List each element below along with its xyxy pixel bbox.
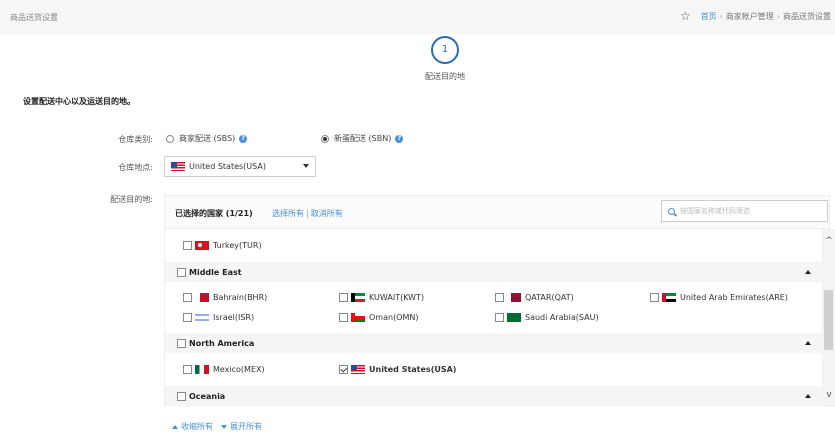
region-label: North America	[189, 338, 255, 348]
triangle-up-icon	[172, 424, 178, 429]
breadcrumb-home-link[interactable]: 首页	[701, 11, 717, 22]
country-item[interactable]: United Arab Emirates(ARE)	[650, 293, 788, 302]
country-label: Mexico(MEX)	[213, 365, 265, 374]
checkbox[interactable]	[183, 365, 192, 374]
checkbox[interactable]	[495, 293, 504, 302]
expand-all-link[interactable]: 展开所有	[230, 421, 262, 432]
scrollbar-thumb[interactable]	[824, 290, 833, 350]
israel-flag-icon	[195, 313, 209, 322]
country-item[interactable]: Mexico(MEX)	[183, 365, 265, 374]
select-value: United States(USA)	[189, 162, 266, 171]
warehouse-type-label: 仓库类别:	[118, 135, 153, 144]
saudi-flag-icon	[507, 313, 521, 322]
checkbox[interactable]	[339, 293, 348, 302]
checkbox[interactable]	[183, 241, 192, 250]
country-label: Bahrain(BHR)	[213, 293, 268, 302]
region-label: Oceania	[189, 391, 226, 401]
checkbox[interactable]	[495, 313, 504, 322]
page-title: 商品送货设置	[10, 13, 58, 22]
breadcrumb-item[interactable]: 商家帐户管理	[726, 11, 774, 22]
step-label: 配送目的地	[425, 72, 465, 81]
chevron-right-icon: ›	[719, 11, 723, 21]
checkbox[interactable]	[177, 267, 186, 277]
region-middle-east[interactable]: Middle East	[165, 262, 822, 282]
checkbox[interactable]	[650, 293, 659, 302]
qatar-flag-icon	[507, 293, 521, 302]
scroll-up-icon[interactable]: ^	[823, 236, 835, 246]
scroll-down-icon[interactable]: v	[823, 390, 835, 400]
breadcrumb: ☆ 首页 › 商家帐户管理 › 商品送货设置	[680, 10, 831, 22]
list-footer-links: 收缩所有 展开所有	[172, 421, 262, 432]
uae-flag-icon	[662, 293, 676, 302]
region-north-america[interactable]: North America	[165, 333, 822, 353]
checkbox[interactable]	[183, 293, 192, 302]
caret-down-icon	[303, 164, 309, 168]
turkey-flag-icon	[195, 241, 209, 250]
country-item[interactable]: Turkey(TUR)	[183, 241, 262, 250]
selected-count: 已选择的国家 (1/21)	[175, 209, 253, 218]
section-heading: 设置配送中心以及运送目的地。	[23, 97, 135, 106]
collapse-all-link[interactable]: 收缩所有	[181, 421, 213, 432]
top-bar: 商品送货设置 ☆ 首页 › 商家帐户管理 › 商品送货设置	[0, 0, 835, 34]
country-list: Turkey(TUR) Middle East Bahrain(BHR) KUW…	[164, 229, 822, 407]
mexico-flag-icon	[195, 365, 209, 374]
checkbox[interactable]	[177, 391, 186, 401]
radio-label[interactable]: 商家配送 (SBS)	[179, 133, 235, 144]
select-links: 选择所有 | 取消所有	[272, 208, 343, 219]
deselect-all-link[interactable]: 取消所有	[311, 209, 343, 218]
checkbox[interactable]	[177, 338, 186, 348]
help-icon[interactable]: ?	[395, 134, 404, 143]
chevron-right-icon: ›	[776, 11, 780, 21]
radio-button[interactable]	[166, 134, 174, 143]
star-icon[interactable]: ☆	[680, 10, 691, 22]
country-item[interactable]: QATAR(QAT)	[495, 293, 574, 302]
country-label: QATAR(QAT)	[525, 293, 574, 302]
bahrain-flag-icon	[195, 293, 209, 302]
country-item[interactable]: Saudi Arabia(SAU)	[495, 313, 599, 322]
country-item[interactable]: Bahrain(BHR)	[183, 293, 267, 302]
select-all-link[interactable]: 选择所有	[272, 209, 304, 218]
us-flag-icon	[351, 365, 365, 374]
warehouse-location-label: 仓库地点:	[118, 163, 153, 172]
checkbox-checked[interactable]	[339, 365, 348, 374]
country-search-input[interactable]: 按国家名称或代码筛选	[661, 200, 828, 222]
country-label: Saudi Arabia(SAU)	[525, 313, 599, 322]
country-item[interactable]: Oman(OMN)	[339, 313, 419, 322]
radio-sbs[interactable]: 商家配送 (SBS) ?	[166, 133, 248, 144]
triangle-down-icon	[221, 424, 227, 429]
checkbox[interactable]	[183, 313, 192, 322]
region-label: Middle East	[189, 267, 242, 277]
us-flag-icon	[171, 162, 185, 171]
step-indicator: 1	[431, 36, 459, 64]
country-label: KUWAIT(KWT)	[369, 293, 425, 302]
country-item[interactable]: KUWAIT(KWT)	[339, 293, 424, 302]
help-icon[interactable]: ?	[239, 134, 248, 143]
oman-flag-icon	[351, 313, 365, 322]
country-label: Turkey(TUR)	[213, 241, 262, 250]
country-label: United Arab Emirates(ARE)	[680, 293, 788, 302]
country-label: Israel(ISR)	[213, 313, 255, 322]
radio-label[interactable]: 新蛋配送 (SBN)	[334, 133, 391, 144]
breadcrumb-current: 商品送货设置	[783, 11, 831, 21]
radio-button-selected[interactable]	[321, 134, 329, 143]
country-item[interactable]: Israel(ISR)	[183, 313, 254, 322]
country-label: Oman(OMN)	[369, 313, 419, 322]
country-item-selected[interactable]: United States(USA)	[339, 365, 456, 374]
collapse-arrow-icon[interactable]	[805, 270, 811, 274]
collapse-arrow-icon[interactable]	[805, 394, 811, 398]
warehouse-location-select[interactable]: United States(USA)	[164, 156, 316, 177]
country-label: United States(USA)	[369, 365, 457, 374]
search-placeholder: 按国家名称或代码筛选	[680, 207, 750, 215]
kuwait-flag-icon	[351, 293, 365, 302]
collapse-arrow-icon[interactable]	[805, 341, 811, 345]
divider: |	[306, 209, 309, 218]
destination-label: 配送目的地:	[110, 195, 153, 204]
region-oceania[interactable]: Oceania	[165, 386, 822, 406]
checkbox[interactable]	[339, 313, 348, 322]
radio-sbn[interactable]: 新蛋配送 (SBN) ?	[321, 133, 404, 144]
search-icon	[668, 207, 675, 215]
